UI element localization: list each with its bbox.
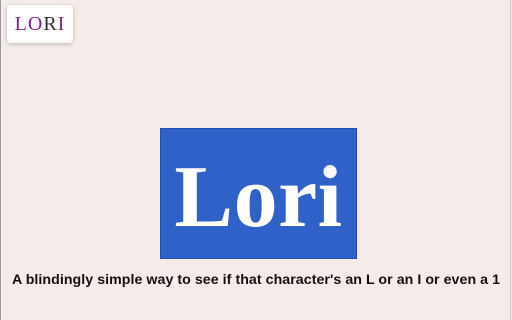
logo-text-lo: LO (14, 13, 44, 35)
hero-logo-banner: Lori (160, 128, 357, 259)
tagline-text: A blindingly simple way to see if that c… (11, 272, 501, 288)
app-logo[interactable]: LO R I (7, 5, 73, 43)
hero-wordmark: Lori (174, 148, 343, 246)
logo-text-r: R (43, 13, 58, 35)
logo-text-i: I (57, 13, 66, 35)
